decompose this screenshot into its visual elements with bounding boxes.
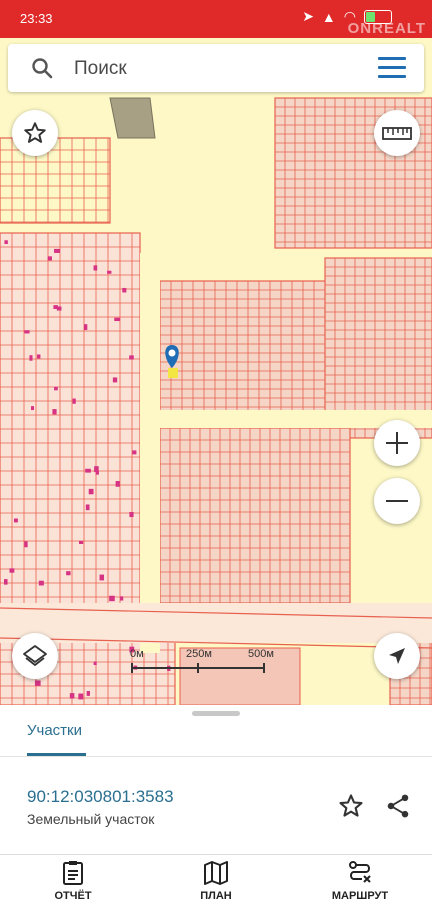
status-time: 23:33 <box>20 11 53 26</box>
map-icon <box>204 861 228 885</box>
share-icon[interactable] <box>384 792 412 820</box>
minus-icon <box>386 500 408 502</box>
plus-icon <box>386 432 408 454</box>
search-input[interactable]: Поиск <box>74 58 127 80</box>
drag-handle[interactable] <box>192 711 240 716</box>
status-bar: 23:33 ➤ ▲ ◠ ONREALT <box>0 0 432 38</box>
scale-label-500: 500м <box>248 648 274 660</box>
report-icon <box>63 861 83 885</box>
layers-button[interactable] <box>12 633 58 679</box>
cadastral-map[interactable]: 0м 250м 500м <box>0 38 432 705</box>
nav-plan-button[interactable]: ПЛАН <box>171 860 261 902</box>
tab-parcels[interactable]: Участки <box>27 722 82 739</box>
nav-plan-label: ПЛАН <box>200 890 232 902</box>
route-icon <box>349 861 371 883</box>
location-status-icon: ➤ <box>302 8 314 24</box>
map-canvas <box>0 38 432 705</box>
navigation-arrow-icon <box>389 648 405 664</box>
divider <box>0 756 432 757</box>
signal-icon: ▲ <box>321 8 336 25</box>
menu-icon[interactable] <box>378 57 406 79</box>
parcel-type-label: Земельный участок <box>27 811 155 827</box>
star-outline-icon <box>24 122 46 143</box>
nav-route-button[interactable]: МАРШРУТ <box>315 860 405 902</box>
favorites-button[interactable] <box>12 110 58 156</box>
zoom-in-button[interactable] <box>374 420 420 466</box>
watermark-logo: ONREALT <box>347 20 426 37</box>
nav-report-label: ОТЧЁТ <box>54 890 92 902</box>
nav-report-button[interactable]: ОТЧЁТ <box>28 860 118 902</box>
map-scale-bar: 0м 250м 500м <box>128 648 278 674</box>
search-icon[interactable] <box>30 56 54 80</box>
scale-label-250: 250м <box>186 648 212 660</box>
nav-route-label: МАРШРУТ <box>331 890 389 902</box>
zoom-out-button[interactable] <box>374 478 420 524</box>
cadastral-number-link[interactable]: 90:12:030801:3583 <box>27 787 174 807</box>
search-bar[interactable]: Поиск <box>8 44 424 92</box>
scale-label-0: 0м <box>130 648 144 660</box>
my-location-button[interactable] <box>374 633 420 679</box>
bottom-sheet: Участки 90:12:030801:3583 Земельный учас… <box>0 705 432 910</box>
ruler-icon <box>382 127 412 140</box>
nav-divider <box>0 854 432 855</box>
favorite-star-icon[interactable] <box>337 792 365 820</box>
scale-ruler <box>131 663 265 673</box>
layers-icon <box>23 645 47 666</box>
ruler-button[interactable] <box>374 110 420 156</box>
